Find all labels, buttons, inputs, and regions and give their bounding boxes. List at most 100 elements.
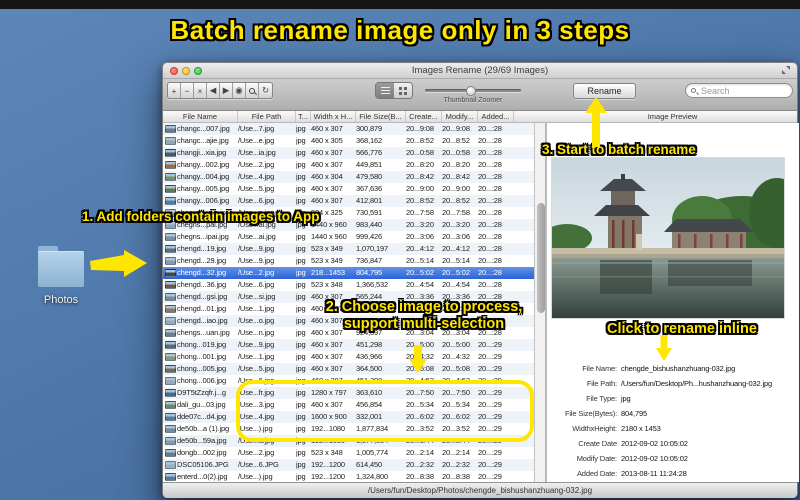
- photos-folder-icon[interactable]: [38, 246, 84, 290]
- cell-name: dongb...002.jpg: [177, 448, 227, 457]
- grid-view-segment[interactable]: [394, 83, 412, 98]
- cell-type: jpg: [296, 448, 306, 457]
- file-thumbnail-icon: [165, 425, 176, 433]
- table-row[interactable]: DSC05106.JPG/Use...6.JPG jpg 192...1200 614…: [163, 459, 534, 471]
- table-row[interactable]: changy...002.jpg/Use...2.jpg jpg 460 x 307…: [163, 159, 534, 171]
- cell-path: /Use...ai.jpg: [238, 232, 276, 241]
- cell-size: 1,324,800: [356, 472, 389, 481]
- cell-added: 20...:28: [478, 136, 502, 145]
- table-row[interactable]: chong...005.jpg/Use...5.jpg jpg 460 x 307 3…: [163, 363, 534, 375]
- cell-name: chengd...32.jpg: [177, 268, 227, 277]
- cell-modified: 20...3:06: [442, 232, 470, 241]
- delete-button[interactable]: ×: [194, 83, 207, 98]
- column-header-modify[interactable]: Modify...: [442, 111, 478, 122]
- cell-name: chegns...ipai.jpg: [177, 232, 229, 241]
- file-thumbnail-icon: [165, 461, 176, 469]
- info-label: File Size(Bytes):: [564, 409, 617, 418]
- cell-name: changy...006.jpg: [177, 196, 230, 205]
- table-row[interactable]: chong...019.jpg/Use...9.jpg jpg 460 x 307 4…: [163, 339, 534, 351]
- folder-body: [38, 251, 84, 287]
- cell-type: jpg: [296, 148, 306, 157]
- table-row[interactable]: chengd...29.jpg/Use...9.jpg jpg 523 x 349 7…: [163, 255, 534, 267]
- column-header-type[interactable]: T...: [296, 111, 311, 122]
- next-button[interactable]: ▶: [220, 83, 233, 98]
- column-header-create[interactable]: Create...: [406, 111, 442, 122]
- column-header-dims[interactable]: Width x H...: [311, 111, 356, 122]
- cell-created: 20...8:52: [406, 196, 434, 205]
- cell-dims: 460 x 304: [311, 172, 343, 181]
- cell-name: enterd...0(2).jpg: [177, 472, 228, 481]
- file-thumbnail-icon: [165, 353, 176, 361]
- cell-modified: 20...8:52: [442, 196, 470, 205]
- search-input[interactable]: [699, 84, 784, 97]
- cell-name: chengd...19.jpg: [177, 244, 227, 253]
- cell-name: chengd...01.jpg: [177, 304, 227, 313]
- table-row[interactable]: chong...001.jpg/Use...1.jpg jpg 460 x 307 4…: [163, 351, 534, 363]
- table-row[interactable]: changc...007.jpg/Use...7.jpg jpg 460 x 307…: [163, 123, 534, 135]
- cell-dims: 523 x 349: [311, 244, 343, 253]
- info-value[interactable]: /Users/fun/Desktop/Ph...hushanzhuang-032…: [617, 376, 800, 391]
- cell-dims: 460 x 307: [311, 184, 343, 193]
- file-thumbnail-icon: [165, 125, 176, 133]
- info-value[interactable]: chengde_bishushanzhuang-032.jpg: [617, 361, 800, 376]
- cell-name: changy...004.jpg: [177, 172, 230, 181]
- cell-created: 20...8:42: [406, 172, 434, 181]
- table-row[interactable]: chegns...ipai.jpg/Use...ai.jpg jpg 1440 x …: [163, 231, 534, 243]
- cell-name: chengd...29.jpg: [177, 256, 227, 265]
- column-header-size[interactable]: File Size(B...: [356, 111, 406, 122]
- toolbar: + − × ◀ ▶ ◉ ↻ Thumbnail Zoomer Rename: [163, 79, 797, 111]
- step3-note: 3. Start to batch rename: [542, 142, 696, 157]
- table-row[interactable]: chengd...19.jpg/Use...9.jpg jpg 523 x 349 1…: [163, 243, 534, 255]
- file-thumbnail-icon: [165, 149, 176, 157]
- scrollbar-thumb[interactable]: [536, 203, 545, 313]
- cell-size: 736,847: [356, 256, 383, 265]
- table-row[interactable]: changy...006.jpg/Use...6.jpg jpg 460 x 307…: [163, 195, 534, 207]
- info-value[interactable]: 804,795: [617, 406, 800, 421]
- cell-dims: 192...1200: [311, 460, 345, 469]
- grid-view-icon: [399, 86, 407, 95]
- slider-knob[interactable]: [466, 85, 476, 96]
- prev-button[interactable]: ◀: [207, 83, 220, 98]
- table-row[interactable]: changc...ajie.jpg/Use...e.jpg jpg 460 x 30…: [163, 135, 534, 147]
- search-field[interactable]: [685, 83, 793, 98]
- cell-dims: 460 x 307: [311, 148, 343, 157]
- cell-modified: 20...5:14: [442, 256, 470, 265]
- table-row[interactable]: chengd...32.jpg/Use...2.jpg jpg 218...1453…: [163, 267, 534, 279]
- cell-added: 20...:28: [478, 172, 502, 181]
- list-view-segment[interactable]: [376, 83, 394, 98]
- cell-dims: 460 x 307: [311, 196, 343, 205]
- cell-created: 20...4:12: [406, 244, 434, 253]
- add-button[interactable]: +: [168, 83, 181, 98]
- cell-added: 20...:28: [478, 256, 502, 265]
- table-row[interactable]: changy...005.jpg/Use...5.jpg jpg 460 x 307…: [163, 183, 534, 195]
- table-row[interactable]: enterd...0(2).jpg/Use...).jpg jpg 192...12…: [163, 471, 534, 482]
- info-value[interactable]: jpg: [617, 391, 800, 406]
- top-dark-strip: [0, 0, 800, 9]
- resize-icon[interactable]: [782, 66, 791, 75]
- cell-size: 451,298: [356, 340, 383, 349]
- info-value[interactable]: 2012-09-02 10:05:02: [617, 436, 800, 451]
- table-row[interactable]: changji...xia.jpg/Use...ia.jpg jpg 460 x 3…: [163, 147, 534, 159]
- cell-size: 804,795: [356, 268, 383, 277]
- preview-button[interactable]: ◉: [233, 83, 246, 98]
- column-header-name[interactable]: File Name: [163, 111, 238, 122]
- column-header-path[interactable]: File Path: [238, 111, 296, 122]
- cell-name: changy...002.jpg: [177, 160, 230, 169]
- refresh-button[interactable]: ↻: [259, 83, 272, 98]
- file-thumbnail-icon: [165, 257, 176, 265]
- thumbnail-zoomer-slider[interactable]: [425, 85, 521, 96]
- file-thumbnail-icon: [165, 341, 176, 349]
- desktop: Batch rename image only in 3 steps Photo…: [0, 0, 800, 500]
- search-button[interactable]: [246, 83, 259, 98]
- cell-added: 20...:28: [478, 280, 502, 289]
- table-row[interactable]: dongb...002.jpg/Use...2.jpg jpg 523 x 348 1…: [163, 447, 534, 459]
- remove-button[interactable]: −: [181, 83, 194, 98]
- info-row: File Size(Bytes): 804,795: [547, 406, 800, 421]
- column-header-added[interactable]: Added...: [478, 111, 514, 122]
- table-row[interactable]: chengd...36.jpg/Use...6.jpg jpg 523 x 348 1…: [163, 279, 534, 291]
- cell-added: 20...:28: [478, 148, 502, 157]
- info-value[interactable]: 2180 x 1453: [617, 421, 800, 436]
- info-value[interactable]: 2013-08-11 11:24:28: [617, 466, 800, 481]
- table-row[interactable]: changy...004.jpg/Use...4.jpg jpg 460 x 304…: [163, 171, 534, 183]
- info-value[interactable]: 2012-09-02 10:05:02: [617, 451, 800, 466]
